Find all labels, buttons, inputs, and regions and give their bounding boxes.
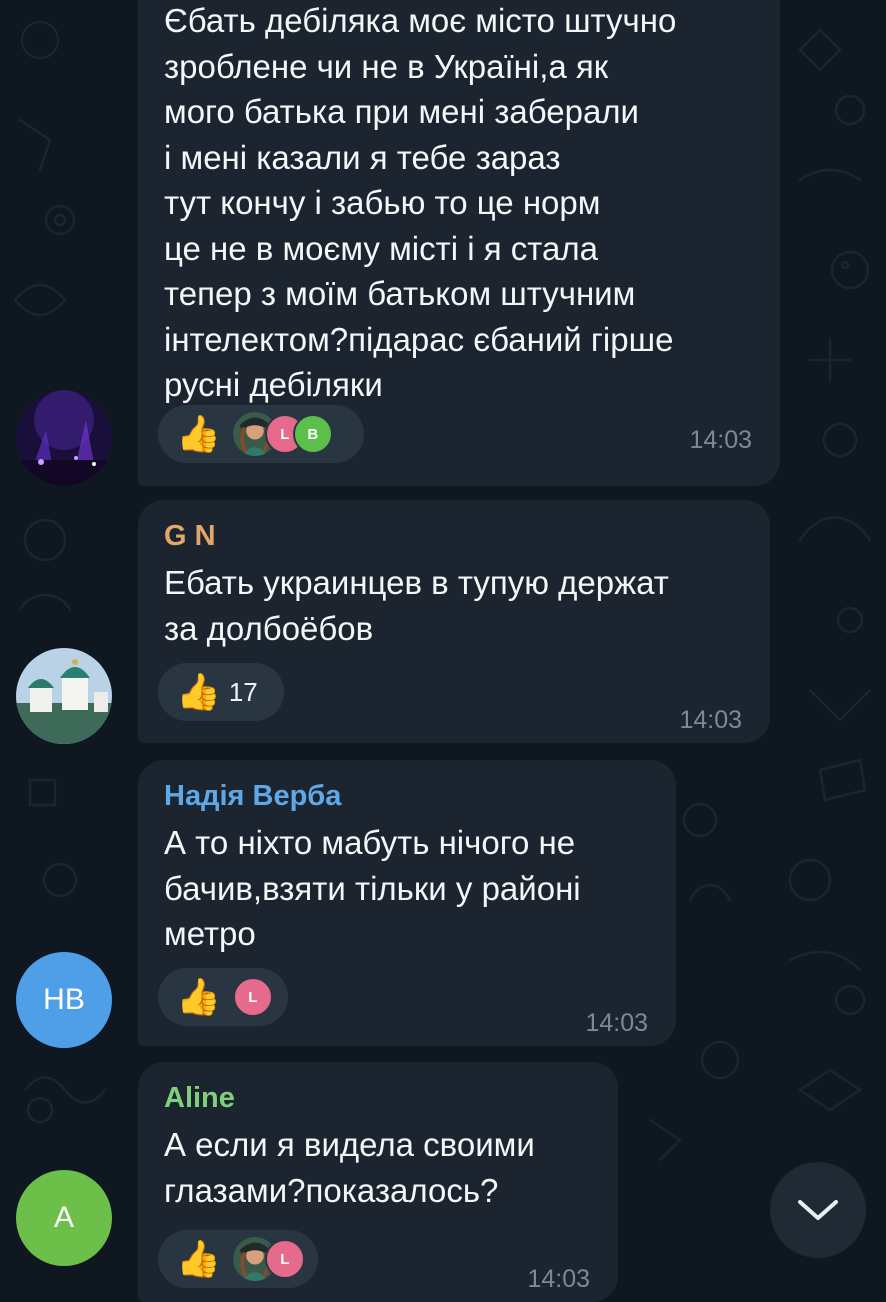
thumbs-up-icon: 👍 (176, 671, 221, 712)
avatar-initials[interactable]: НВ (16, 952, 112, 1048)
message-text: А то ніхто мабуть нічого не бачив,взяти … (164, 824, 581, 952)
message-text: Ебать украинцев в тупую держат за долбоё… (164, 564, 669, 647)
sender-name[interactable]: Надія Верба (164, 780, 341, 813)
thumbs-up-icon: 👍 (176, 976, 221, 1017)
message-time: 14:03 (679, 706, 742, 734)
avatar-initials[interactable]: A (16, 1170, 112, 1266)
message-text: Єбать дебіляка моє місто штучно зроблене… (164, 2, 677, 403)
reaction-pill[interactable]: 👍 L B (158, 405, 364, 463)
message-time: 14:03 (689, 426, 752, 454)
reaction-pill[interactable]: 👍 17 (158, 663, 284, 721)
monastery-avatar-image (16, 648, 112, 744)
message-bubble[interactable]: Надія Верба А то ніхто мабуть нічого не … (138, 760, 676, 1046)
reactor-avatar-l: L (232, 977, 273, 1017)
thumbs-up-icon: 👍 (176, 1238, 221, 1279)
reactor-avatar-b: B (292, 414, 333, 454)
message-bubble[interactable]: Aline А если я видела своими глазами?пок… (138, 1062, 618, 1302)
avatar[interactable] (16, 648, 112, 744)
chevron-down-icon (798, 1200, 838, 1220)
reactor-avatar-l: L (264, 1239, 305, 1279)
concert-avatar-image (16, 390, 112, 486)
thumbs-up-icon: 👍 (176, 413, 221, 454)
message-text: А если я видела своими глазами?показалос… (164, 1126, 535, 1209)
scroll-down-button[interactable] (770, 1162, 866, 1258)
avatar[interactable] (16, 390, 112, 486)
message-bubble[interactable]: G N Ебать украинцев в тупую держат за до… (138, 500, 770, 743)
reaction-pill[interactable]: 👍 L (158, 968, 288, 1026)
message-time: 14:03 (585, 1009, 648, 1037)
reaction-count: 17 (228, 676, 258, 707)
message-bubble[interactable]: Єбать дебіляка моє місто штучно зроблене… (138, 0, 780, 486)
sender-name[interactable]: G N (164, 520, 216, 553)
sender-name[interactable]: Aline (164, 1082, 235, 1115)
reaction-pill[interactable]: 👍 L (158, 1230, 318, 1288)
